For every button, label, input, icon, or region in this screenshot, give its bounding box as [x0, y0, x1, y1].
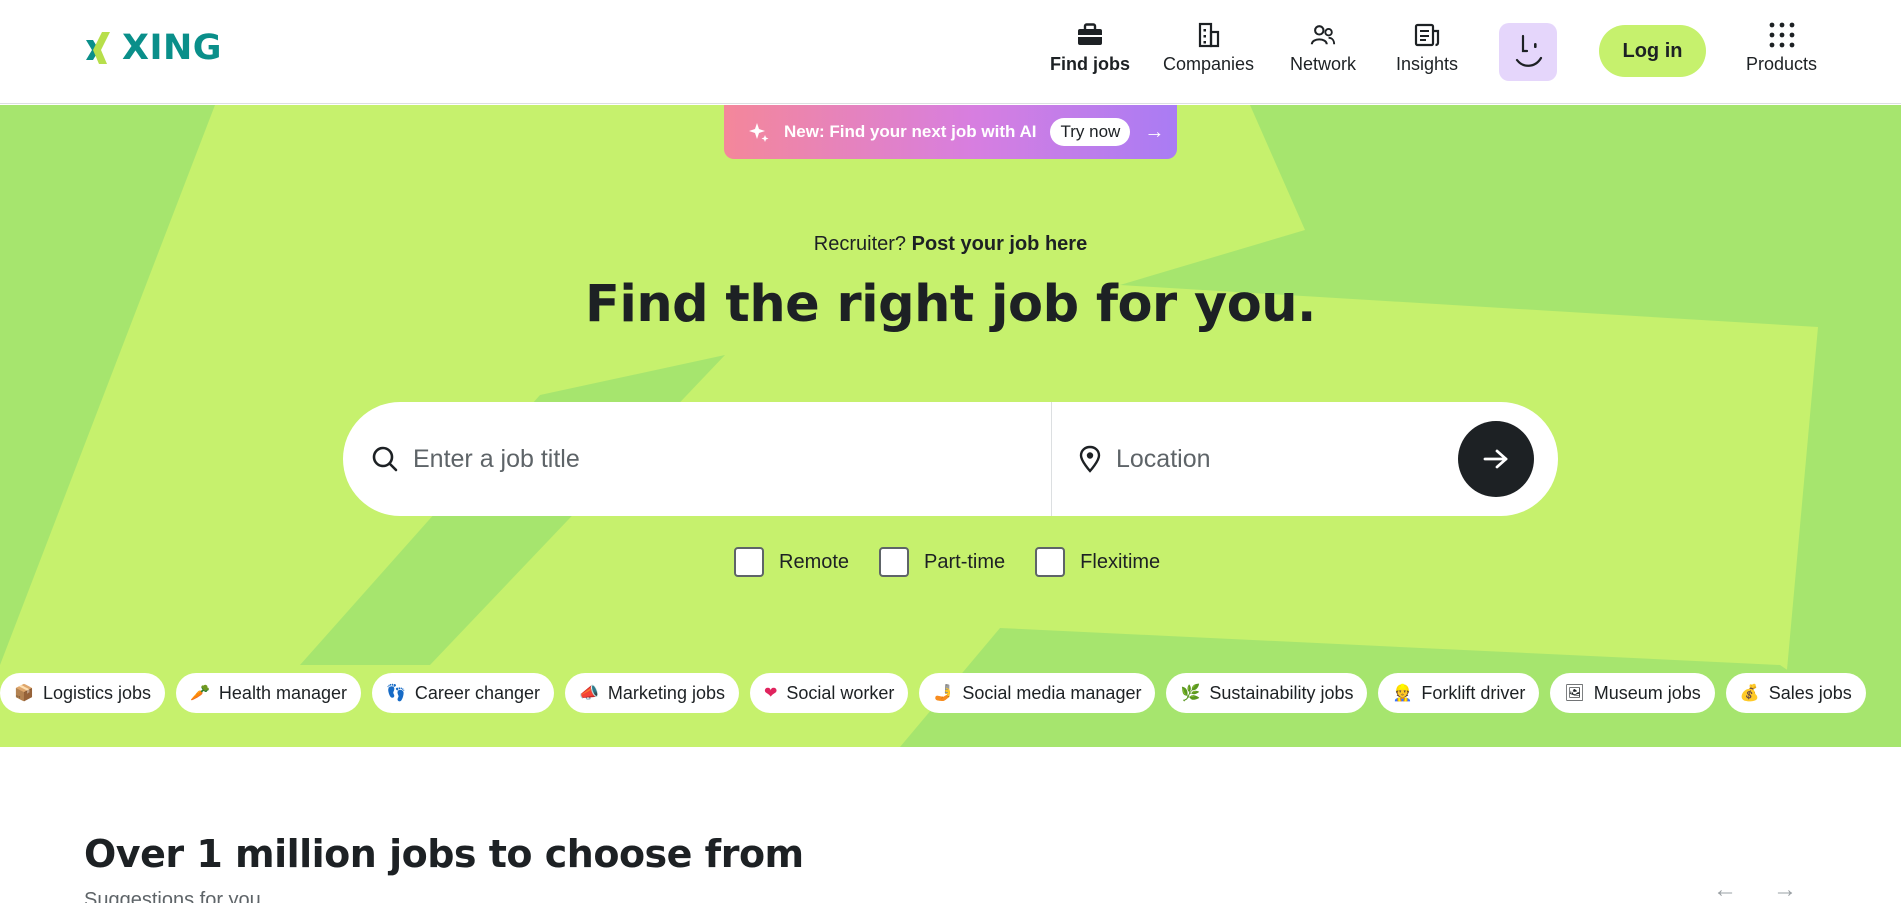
chip-label: Social worker	[786, 682, 895, 703]
carousel-next-button[interactable]: →	[1773, 876, 1797, 903]
flexitime-checkbox[interactable]	[1035, 547, 1066, 577]
nav-label: Insights	[1396, 54, 1459, 74]
nav-companies[interactable]: Companies	[1163, 22, 1254, 75]
nav-products[interactable]: Products	[1746, 22, 1817, 75]
chip-label: Forklift driver	[1421, 682, 1526, 703]
login-button[interactable]: Log in	[1599, 25, 1706, 77]
search-submit-button[interactable]	[1458, 421, 1534, 497]
recruiter-prompt: Recruiter? Post your job here	[0, 233, 1901, 256]
try-now-button[interactable]: Try now	[1050, 118, 1131, 146]
search-chip[interactable]: 🥕 Health manager	[176, 673, 361, 713]
selfie-icon: 🤳	[933, 683, 954, 702]
nav-label: Companies	[1163, 54, 1255, 74]
xing-logo[interactable]: XING	[84, 28, 222, 68]
ai-job-banner[interactable]: New: Find your next job with AI Try now …	[724, 105, 1177, 159]
post-job-link[interactable]: Post your job here	[912, 233, 1088, 255]
section-title: Over 1 million jobs to choose from	[84, 832, 804, 876]
money-bag-icon: 💰	[1739, 683, 1760, 702]
nav-label: Find jobs	[1050, 54, 1130, 74]
chip-label: Sales jobs	[1768, 682, 1852, 703]
carrot-icon: 🥕	[190, 683, 210, 702]
chip-label: Museum jobs	[1593, 682, 1701, 703]
footprints-icon: 👣	[386, 683, 406, 702]
avatar-button[interactable]	[1499, 23, 1557, 81]
nav-insights[interactable]: Insights	[1396, 22, 1458, 75]
framed-picture-icon: 🖼	[1564, 683, 1585, 702]
search-chip[interactable]: ❤ Social worker	[749, 673, 909, 713]
search-chip[interactable]: 👣 Career changer	[372, 673, 554, 713]
popular-searches-carousel: bs 📦 Logistics jobs 🥕 Health manager 👣 C…	[0, 673, 1866, 713]
ai-banner-text: New: Find your next job with AI	[784, 122, 1037, 141]
heart-icon: ❤	[763, 683, 778, 702]
nav-network[interactable]: Network	[1290, 22, 1356, 75]
arrow-right-icon: →	[1144, 120, 1165, 143]
chip-label: Marketing jobs	[607, 682, 725, 703]
filter-flexitime[interactable]: Flexitime	[1035, 547, 1160, 577]
top-navigation-bar: XING Find jobs Companies Network Insight…	[0, 0, 1901, 104]
filter-remote[interactable]: Remote	[734, 547, 849, 577]
nav-label: Network	[1290, 54, 1357, 74]
megaphone-icon: 📣	[579, 683, 599, 702]
search-chip[interactable]: 👷 Forklift driver	[1378, 673, 1540, 713]
people-icon	[1310, 22, 1336, 48]
carousel-prev-button[interactable]: ←	[1713, 876, 1737, 903]
xing-logo-icon	[86, 32, 110, 64]
filter-label: Remote	[779, 550, 850, 573]
job-search-bar	[343, 402, 1558, 516]
briefcase-icon	[1077, 22, 1103, 48]
search-chip[interactable]: 🌿 Sustainability jobs	[1166, 673, 1368, 713]
worker-icon: 👷	[1392, 683, 1413, 702]
herb-icon: 🌿	[1180, 683, 1201, 702]
filter-label: Flexitime	[1080, 550, 1161, 573]
search-icon	[372, 446, 398, 472]
search-chip[interactable]: 🖼 Museum jobs	[1550, 673, 1715, 713]
recruiter-prefix: Recruiter?	[813, 233, 907, 255]
chip-label: Social media manager	[962, 682, 1142, 703]
search-chip[interactable]: 📦 Logistics jobs	[0, 673, 165, 713]
face-icon	[1515, 34, 1543, 67]
filter-label: Part-time	[924, 550, 1006, 573]
logo-wordmark: XING	[122, 28, 223, 68]
package-icon: 📦	[14, 683, 34, 702]
chip-label: Career changer	[414, 682, 540, 703]
location-field	[1052, 402, 1452, 516]
search-chip[interactable]: 📣 Marketing jobs	[565, 673, 739, 713]
job-title-input[interactable]	[413, 444, 973, 474]
search-chip[interactable]: 💰 Sales jobs	[1725, 673, 1866, 713]
remote-checkbox[interactable]	[734, 547, 764, 577]
grid-icon	[1769, 22, 1795, 48]
search-filters: Remote Part-time Flexitime	[734, 547, 1160, 577]
hero-section: New: Find your next job with AI Try now …	[0, 105, 1901, 747]
arrow-right-icon	[1483, 449, 1508, 469]
job-title-field	[343, 402, 1051, 516]
chip-label: Sustainability jobs	[1209, 682, 1354, 703]
search-chip[interactable]: 🤳 Social media manager	[919, 673, 1156, 713]
part-time-checkbox[interactable]	[879, 547, 910, 577]
building-icon	[1196, 22, 1222, 48]
sparkle-icon	[749, 123, 769, 142]
filter-part-time[interactable]: Part-time	[879, 547, 1005, 577]
newspaper-icon	[1414, 22, 1440, 48]
nav-find-jobs[interactable]: Find jobs	[1050, 22, 1130, 75]
section-subtitle: Suggestions for you	[84, 889, 261, 903]
location-input[interactable]	[1116, 444, 1436, 474]
page-headline: Find the right job for you.	[585, 275, 1316, 334]
chip-label: Health manager	[218, 682, 347, 703]
location-pin-icon	[1079, 445, 1101, 473]
chip-label: Logistics jobs	[42, 682, 151, 703]
nav-label: Products	[1746, 54, 1818, 74]
